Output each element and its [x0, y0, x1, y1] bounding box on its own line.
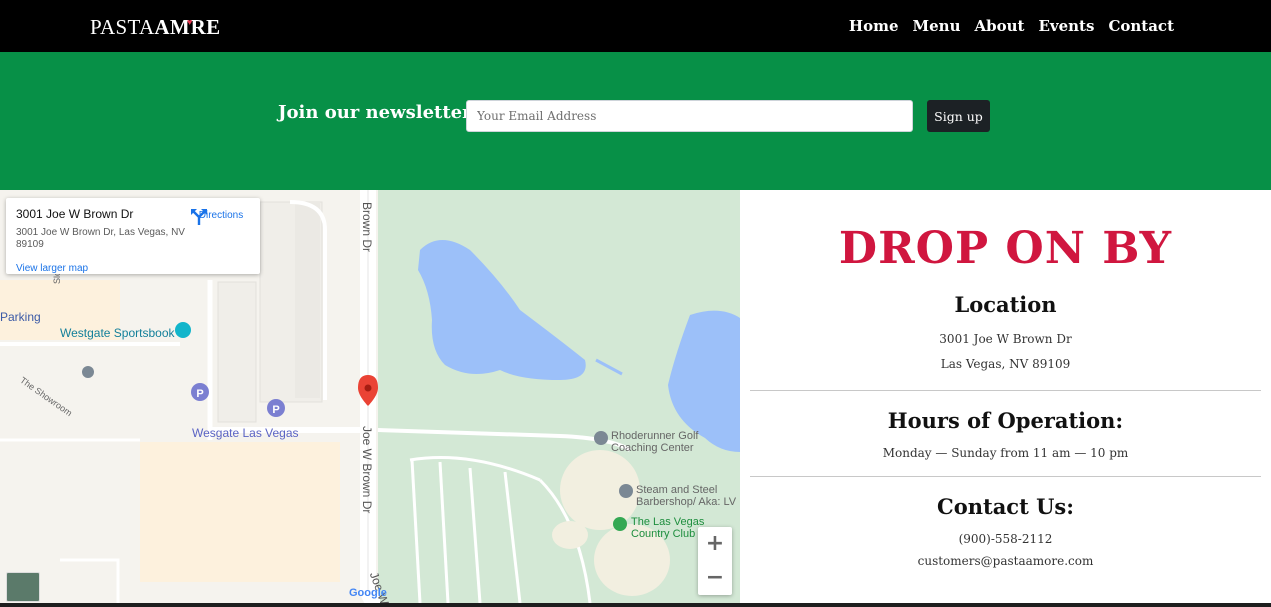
map-label-barbershop-line2: Barbershop/ Aka: LV	[636, 496, 737, 508]
map-place-address: 3001 Joe W Brown Dr, Las Vegas, NV 89109	[16, 227, 185, 250]
map-road-label-main: Joe W Brown Dr	[360, 426, 374, 514]
map-zoom-control: + −	[698, 527, 732, 595]
zoom-out-button[interactable]: −	[698, 561, 732, 595]
drop-on-by-heading: DROP ON BY	[838, 223, 1173, 274]
map-label-country-club: The Las Vegas Country Club	[631, 516, 704, 540]
sign-up-button[interactable]: Sign up	[927, 100, 990, 132]
directions-button[interactable]: Directions	[190, 208, 252, 225]
map-label-parking: Parking	[0, 310, 41, 324]
drop-on-by-panel: DROP ON BY Location 3001 Joe W Brown Dr …	[740, 190, 1271, 603]
zoom-in-button[interactable]: +	[698, 527, 732, 561]
nav-menu-link[interactable]: Menu	[913, 15, 961, 37]
contact-email[interactable]: customers@pastaamore.com	[740, 553, 1271, 569]
view-larger-map-link[interactable]: View larger map	[16, 263, 88, 274]
site-header: PASTAAM♥RE Home Menu About Events Contac…	[0, 0, 1271, 52]
nav-home-link[interactable]: Home	[849, 15, 899, 37]
nav-events-link[interactable]: Events	[1038, 15, 1094, 37]
map-label-country-club-line2: Country Club	[631, 528, 696, 540]
map-place-title: 3001 Joe W Brown Dr	[16, 207, 134, 221]
hours-title: Hours of Operation:	[887, 408, 1124, 433]
logo-text-pasta: PASTA	[90, 15, 155, 39]
map-label-golf-coaching-line2: Coaching Center	[611, 442, 694, 454]
email-input[interactable]	[466, 100, 913, 132]
newsletter-label: Join our newsletter!	[278, 102, 480, 123]
map-label-barbershop-line1: Steam and Steel	[636, 484, 718, 496]
nav-contact-link[interactable]: Contact	[1108, 15, 1174, 37]
map-label-barbershop: Steam and Steel Barbershop/ Aka: LV	[636, 484, 736, 508]
directions-icon	[191, 209, 207, 225]
contact-title: Contact Us:	[937, 494, 1074, 519]
map-label-golf-coaching: Rhoderunner Golf Coaching Center	[611, 430, 698, 454]
newsletter-section: Join our newsletter! Sign up	[0, 52, 1271, 190]
map-label-country-club-line1: The Las Vegas	[631, 516, 705, 528]
nav-about-link[interactable]: About	[974, 15, 1024, 37]
location-title: Location	[954, 292, 1057, 317]
embedded-map[interactable]: P P Brown Dr Joe W Brown Dr Joe W Parkin…	[0, 190, 740, 603]
main-nav: Home Menu About Events Contact	[849, 15, 1174, 37]
logo-text-am: AM	[154, 15, 191, 39]
map-label-golf-coaching-line1: Rhoderunner Golf	[611, 430, 699, 442]
map-label-sportsbook: Westgate Sportsbook	[60, 326, 175, 340]
street-view-thumbnail[interactable]	[6, 572, 40, 602]
map-info-card: 3001 Joe W Brown Dr 3001 Joe W Brown Dr,…	[6, 198, 260, 274]
map-label-westgate: Wesgate Las Vegas	[192, 426, 299, 440]
map-road-label-top: Brown Dr	[360, 202, 374, 253]
hours-text: Monday — Sunday from 11 am — 10 pm	[882, 446, 1129, 460]
location-address-line2: Las Vegas, NV 89109	[940, 357, 1071, 371]
svg-text:P: P	[196, 388, 203, 400]
svg-text:P: P	[272, 404, 279, 416]
section-divider	[750, 476, 1261, 477]
section-divider	[750, 390, 1261, 391]
google-logo: Google	[349, 587, 387, 599]
page-bottom-bar	[0, 603, 1271, 607]
contact-phone[interactable]: (900)-558-2112	[740, 531, 1271, 547]
heart-icon: ♥	[187, 17, 193, 27]
logo-text-re: RE	[190, 15, 221, 39]
location-address-line1: 3001 Joe W Brown Dr	[939, 332, 1072, 346]
site-logo[interactable]: PASTAAM♥RE	[90, 14, 220, 40]
